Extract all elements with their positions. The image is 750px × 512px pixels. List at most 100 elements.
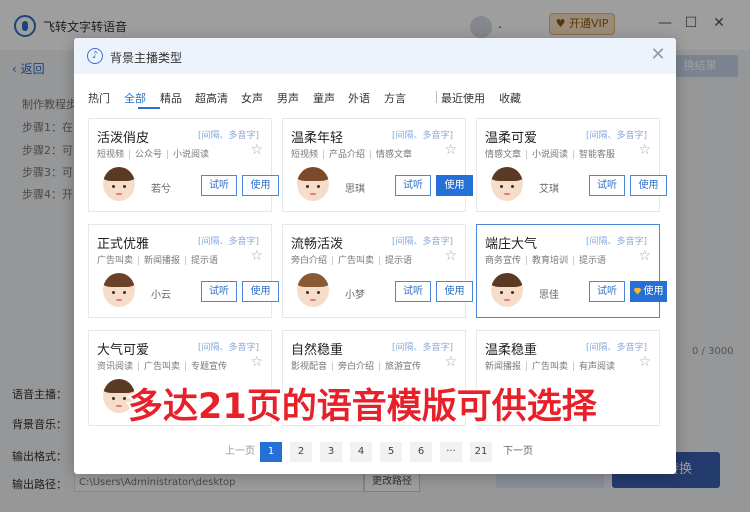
use-button[interactable]: 使用 [436, 281, 473, 302]
preview-button[interactable]: 试听 [395, 175, 431, 196]
prev-page-button[interactable]: 上一页 [224, 442, 256, 462]
voice-features: [间隔、多音字] [585, 131, 647, 141]
voice-title: 流畅活泼 [291, 237, 344, 252]
voice-title: 自然稳重 [291, 343, 344, 358]
voice-tag: 新闻播报 [144, 256, 181, 266]
use-button[interactable]: 使用 [242, 281, 279, 302]
favorite-star-icon[interactable]: ☆ [444, 142, 457, 158]
anchor-name: 若兮 [151, 184, 171, 195]
use-button[interactable]: 使用 [630, 281, 667, 302]
favorite-star-icon[interactable]: ☆ [444, 354, 457, 370]
favorite-star-icon[interactable]: ☆ [638, 354, 651, 370]
voice-tags: 商务宣传 教育培训 提示语 [485, 253, 606, 266]
promo-banner-text: 多达21页的语音模版可供选择 [126, 385, 599, 429]
use-label: 使用 [643, 286, 664, 297]
favorite-star-icon[interactable]: ☆ [250, 354, 263, 370]
tab-favorites[interactable]: 收藏 [499, 90, 521, 106]
voice-features: [间隔、多音字] [197, 343, 259, 353]
voice-tag: 情感文章 [485, 150, 522, 160]
voice-tag: 广告叫卖 [338, 256, 375, 266]
voice-tags: 短视频 产品介绍 情感文章 [291, 147, 412, 160]
voice-title: 温柔稳重 [485, 343, 538, 358]
voice-card[interactable]: 流畅活泼 [间隔、多音字] ☆ 旁白介绍 广告叫卖 提示语 小梦 试听 使用 [282, 224, 473, 318]
tab-recent[interactable]: 最近使用 [441, 90, 485, 106]
voice-tag: 短视频 [97, 150, 125, 160]
voice-tags: 短视频 公众号 小说阅读 [97, 147, 209, 160]
voice-card[interactable]: 温柔可爱 [间隔、多音字] ☆ 情感文章 小说阅读 智能客服 艾琪 试听 使用 [476, 118, 667, 212]
tab-premium[interactable]: 精品 [160, 90, 182, 106]
voice-card-selected[interactable]: 端庄大气 [间隔、多音字] ☆ 商务宣传 教育培训 提示语 思佳 试听 使用 [476, 224, 667, 318]
voice-tags: 新闻播报 广告叫卖 有声阅读 [485, 359, 615, 372]
favorite-star-icon[interactable]: ☆ [638, 142, 651, 158]
voice-tag: 影视配音 [291, 362, 328, 372]
use-button[interactable]: 使用 [630, 175, 667, 196]
voice-tag: 提示语 [579, 256, 607, 266]
voice-tag: 广告叫卖 [144, 362, 181, 372]
page-button[interactable]: 4 [350, 442, 372, 462]
voice-card[interactable]: 温柔年轻 [间隔、多音字] ☆ 短视频 产品介绍 情感文章 思琪 试听 使用 [282, 118, 473, 212]
anchor-name: 小梦 [345, 290, 365, 301]
voice-tags: 广告叫卖 新闻播报 提示语 [97, 253, 218, 266]
voice-tag: 专题宣传 [191, 362, 228, 372]
voice-tag: 情感文章 [376, 150, 413, 160]
anchor-avatar [297, 273, 329, 307]
voice-tag: 短视频 [291, 150, 319, 160]
preview-button[interactable]: 试听 [395, 281, 431, 302]
anchor-avatar [103, 167, 135, 201]
voice-title: 正式优雅 [97, 237, 150, 252]
voice-tag: 教育培训 [532, 256, 569, 266]
page-button[interactable]: 21 [470, 442, 492, 462]
tab-male[interactable]: 男声 [277, 90, 299, 106]
use-button[interactable]: 使用 [436, 175, 473, 196]
voice-tag: 广告叫卖 [532, 362, 569, 372]
voice-tags: 旁白介绍 广告叫卖 提示语 [291, 253, 412, 266]
tab-dialect[interactable]: 方言 [384, 90, 406, 106]
page-button[interactable]: 6 [410, 442, 432, 462]
voice-features: [间隔、多音字] [585, 343, 647, 353]
page-button[interactable]: 2 [290, 442, 312, 462]
tab-all[interactable]: 全部 [124, 90, 146, 106]
favorite-star-icon[interactable]: ☆ [250, 248, 263, 264]
dialog-header: ♪ 背景主播类型 ✕ [74, 38, 676, 74]
voice-features: [间隔、多音字] [391, 131, 453, 141]
preview-button[interactable]: 试听 [589, 175, 625, 196]
music-note-icon: ♪ [87, 48, 103, 64]
anchor-name: 思琪 [345, 184, 365, 195]
anchor-name: 小云 [151, 290, 171, 301]
close-icon[interactable]: ✕ [648, 44, 668, 65]
page-button[interactable]: 3 [320, 442, 342, 462]
dialog-title: 背景主播类型 [110, 51, 183, 65]
preview-button[interactable]: 试听 [201, 175, 237, 196]
page-button-current[interactable]: 1 [260, 442, 282, 462]
anchor-name: 艾琪 [539, 184, 559, 195]
voice-tag: 小说阅读 [532, 150, 569, 160]
anchor-avatar [103, 273, 135, 307]
voice-card[interactable]: 活泼俏皮 [间隔、多音字] ☆ 短视频 公众号 小说阅读 若兮 试听 使用 [88, 118, 279, 212]
voice-card[interactable]: 正式优雅 [间隔、多音字] ☆ 广告叫卖 新闻播报 提示语 小云 试听 使用 [88, 224, 279, 318]
voice-tag: 小说阅读 [173, 150, 210, 160]
use-button[interactable]: 使用 [242, 175, 279, 196]
tab-child[interactable]: 童声 [313, 90, 335, 106]
tab-ultra-hd[interactable]: 超高清 [195, 90, 228, 106]
voice-tag: 有声阅读 [579, 362, 616, 372]
next-page-button[interactable]: 下一页 [500, 442, 536, 462]
favorite-star-icon[interactable]: ☆ [444, 248, 457, 264]
voice-title: 活泼俏皮 [97, 131, 150, 146]
page-button[interactable]: 5 [380, 442, 402, 462]
voice-tag: 公众号 [135, 150, 163, 160]
preview-button[interactable]: 试听 [201, 281, 237, 302]
tab-female[interactable]: 女声 [241, 90, 263, 106]
favorite-star-icon[interactable]: ☆ [638, 248, 651, 264]
favorite-star-icon[interactable]: ☆ [250, 142, 263, 158]
voice-tag: 广告叫卖 [97, 256, 134, 266]
voice-title: 大气可爱 [97, 343, 150, 358]
tab-hot[interactable]: 热门 [88, 90, 110, 106]
voice-tags: 资讯阅读 广告叫卖 专题宣传 [97, 359, 227, 372]
tab-foreign[interactable]: 外语 [348, 90, 370, 106]
voice-title: 端庄大气 [485, 237, 538, 252]
voice-tags: 影视配音 旁白介绍 旅游宣传 [291, 359, 421, 372]
page-ellipsis[interactable]: ··· [440, 442, 462, 462]
anchor-name: 思佳 [539, 290, 559, 301]
anchor-avatar [297, 167, 329, 201]
preview-button[interactable]: 试听 [589, 281, 625, 302]
